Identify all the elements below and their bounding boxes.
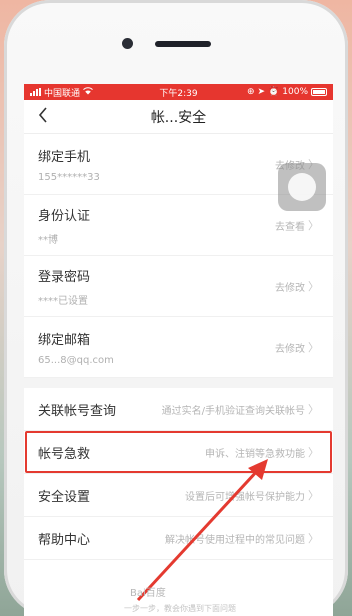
annotation-arrow-icon xyxy=(136,459,268,602)
watermark-caption: 一步一步，教会你遇到下面问题 xyxy=(124,604,236,613)
baidu-watermark: Bai百度 xyxy=(130,588,166,599)
